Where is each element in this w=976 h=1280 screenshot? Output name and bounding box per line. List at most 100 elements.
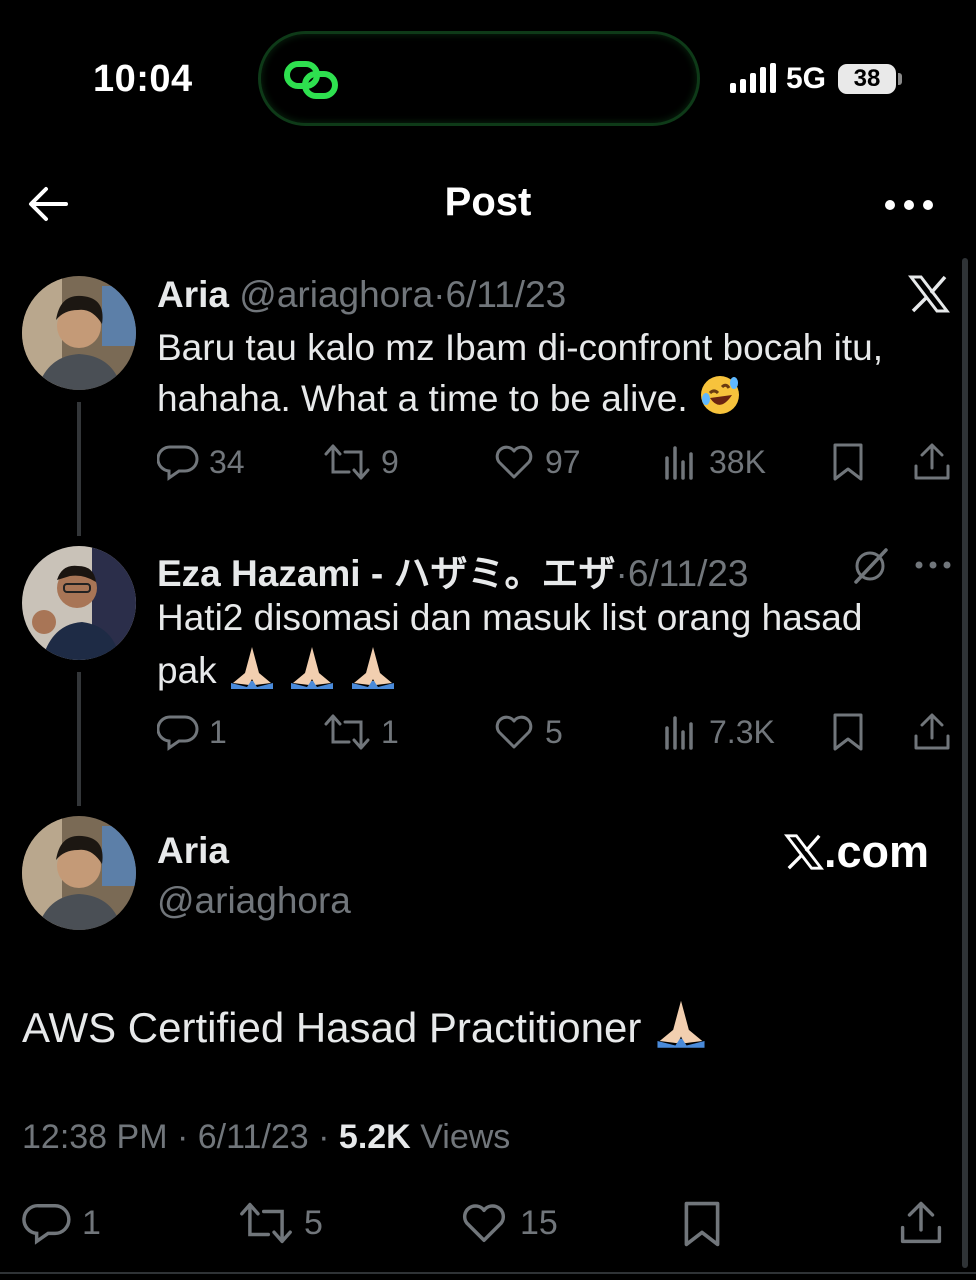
xcom-brand: .com (784, 826, 929, 878)
like-count: 5 (545, 713, 563, 750)
avatar-photo (22, 546, 136, 660)
author-name-block: Aria (157, 830, 229, 872)
views-button[interactable]: 7.3K (663, 712, 775, 752)
post-header: Eza Hazami - ハザミ。エザ·6/11/23 (157, 543, 749, 597)
repost-icon (324, 444, 370, 480)
bookmark-button[interactable] (830, 712, 866, 752)
reply-icon (157, 715, 199, 751)
views-chart-icon (665, 716, 693, 750)
dynamic-island (258, 31, 700, 126)
author-name[interactable]: Aria (157, 830, 229, 871)
heart-icon (495, 445, 533, 479)
repost-button[interactable]: 1 (323, 712, 399, 752)
link-icon (284, 61, 338, 99)
repost-count: 1 (381, 713, 399, 750)
views-count: 7.3K (709, 713, 775, 750)
author-handle[interactable]: @ariaghora (239, 274, 433, 315)
like-button[interactable]: 5 (493, 712, 563, 752)
grok-icon[interactable] (850, 546, 890, 586)
post-date: 6/11/23 (197, 1118, 309, 1156)
post-header: Aria @ariaghora·6/11/23 (157, 274, 566, 316)
views-button[interactable]: 38K (663, 442, 766, 482)
views-chart-icon (665, 446, 693, 480)
views-label: Views (420, 1118, 511, 1156)
author-name[interactable]: Eza Hazami - ハザミ。エザ (157, 553, 615, 594)
share-button[interactable] (912, 442, 952, 482)
bookmark-button[interactable] (830, 442, 866, 482)
separator: · (615, 553, 628, 594)
reply-count: 34 (209, 443, 245, 480)
repost-count: 5 (304, 1203, 323, 1242)
post-text-line: AWS Certified Hasad Practitioner (22, 1004, 642, 1051)
like-count: 97 (545, 443, 581, 480)
main-post-actions: 1 5 15 (0, 1200, 976, 1250)
signal-icon (730, 63, 776, 93)
separator: · (176, 1118, 189, 1156)
heart-icon (495, 715, 533, 749)
share-icon (914, 443, 950, 480)
share-icon (900, 1201, 942, 1244)
post-date[interactable]: 6/11/23 (445, 274, 566, 315)
post-text-line: hahaha. What a time to be alive. (157, 378, 688, 419)
post-text: Baru tau kalo mz Ibam di-confront bocah … (157, 322, 883, 424)
battery-tip (898, 73, 902, 85)
xcom-label: .com (824, 826, 930, 877)
reply-count: 1 (82, 1203, 101, 1242)
folded-hands-emoji-group (227, 647, 398, 691)
like-count: 15 (520, 1203, 558, 1242)
repost-icon (240, 1202, 292, 1244)
post-date[interactable]: 6/11/23 (628, 553, 749, 594)
share-icon (914, 713, 950, 750)
bookmark-icon (833, 713, 863, 751)
rofl-emoji-icon (700, 376, 739, 414)
like-button[interactable]: 97 (493, 442, 581, 482)
share-button[interactable] (912, 712, 952, 752)
repost-count: 9 (381, 443, 399, 480)
folded-hands-icon (657, 1000, 705, 1048)
avatar[interactable] (22, 276, 136, 390)
author-name[interactable]: Aria (157, 274, 229, 315)
avatar[interactable] (22, 546, 136, 660)
thread-line (77, 672, 81, 806)
reply-button[interactable]: 1 (22, 1200, 101, 1246)
reply-button[interactable]: 34 (157, 442, 245, 482)
network-label: 5G (786, 62, 827, 95)
x-logo-icon (908, 275, 950, 313)
page-title: Post (444, 180, 532, 224)
post-time: 12:38 PM (22, 1118, 168, 1156)
x-logo-icon (784, 834, 824, 870)
status-time: 10:04 (93, 58, 193, 100)
repost-button[interactable]: 9 (323, 442, 399, 482)
bookmark-icon (684, 1201, 720, 1247)
author-handle[interactable]: @ariaghora (157, 880, 351, 922)
post-text-line: Baru tau kalo mz Ibam di-confront bocah … (157, 327, 883, 368)
reply-icon (22, 1204, 71, 1245)
share-button[interactable] (898, 1200, 944, 1246)
views-count: 5.2K (338, 1118, 411, 1156)
more-options-icon[interactable] (914, 558, 952, 572)
post-text-line: Hati2 disomasi dan masuk list orang hasa… (157, 597, 863, 638)
repost-button[interactable]: 5 (238, 1200, 323, 1246)
divider (0, 1272, 976, 1274)
scrollbar[interactable] (962, 258, 968, 1268)
post-text: AWS Certified Hasad Practitioner (22, 996, 709, 1052)
views-count: 38K (709, 443, 766, 480)
avatar[interactable] (22, 816, 136, 930)
folded-hands-icon (291, 647, 334, 689)
post-meta: 12:38 PM · 6/11/23 · 5.2K Views (22, 1118, 510, 1157)
like-button[interactable]: 15 (458, 1200, 558, 1246)
heart-icon (463, 1204, 505, 1242)
battery-icon: 38 (838, 64, 896, 94)
more-options-icon[interactable] (882, 190, 936, 220)
separator: · (318, 1118, 330, 1156)
folded-hands-icon (230, 647, 273, 689)
bookmark-icon (833, 443, 863, 481)
post-actions: 34 9 97 38K (157, 442, 952, 486)
reply-button[interactable]: 1 (157, 712, 227, 752)
avatar-photo (22, 816, 136, 930)
post-text-line: pak (157, 650, 217, 691)
reply-icon (157, 445, 199, 481)
repost-icon (324, 714, 370, 750)
reply-count: 1 (209, 713, 227, 750)
bookmark-button[interactable] (680, 1200, 724, 1248)
